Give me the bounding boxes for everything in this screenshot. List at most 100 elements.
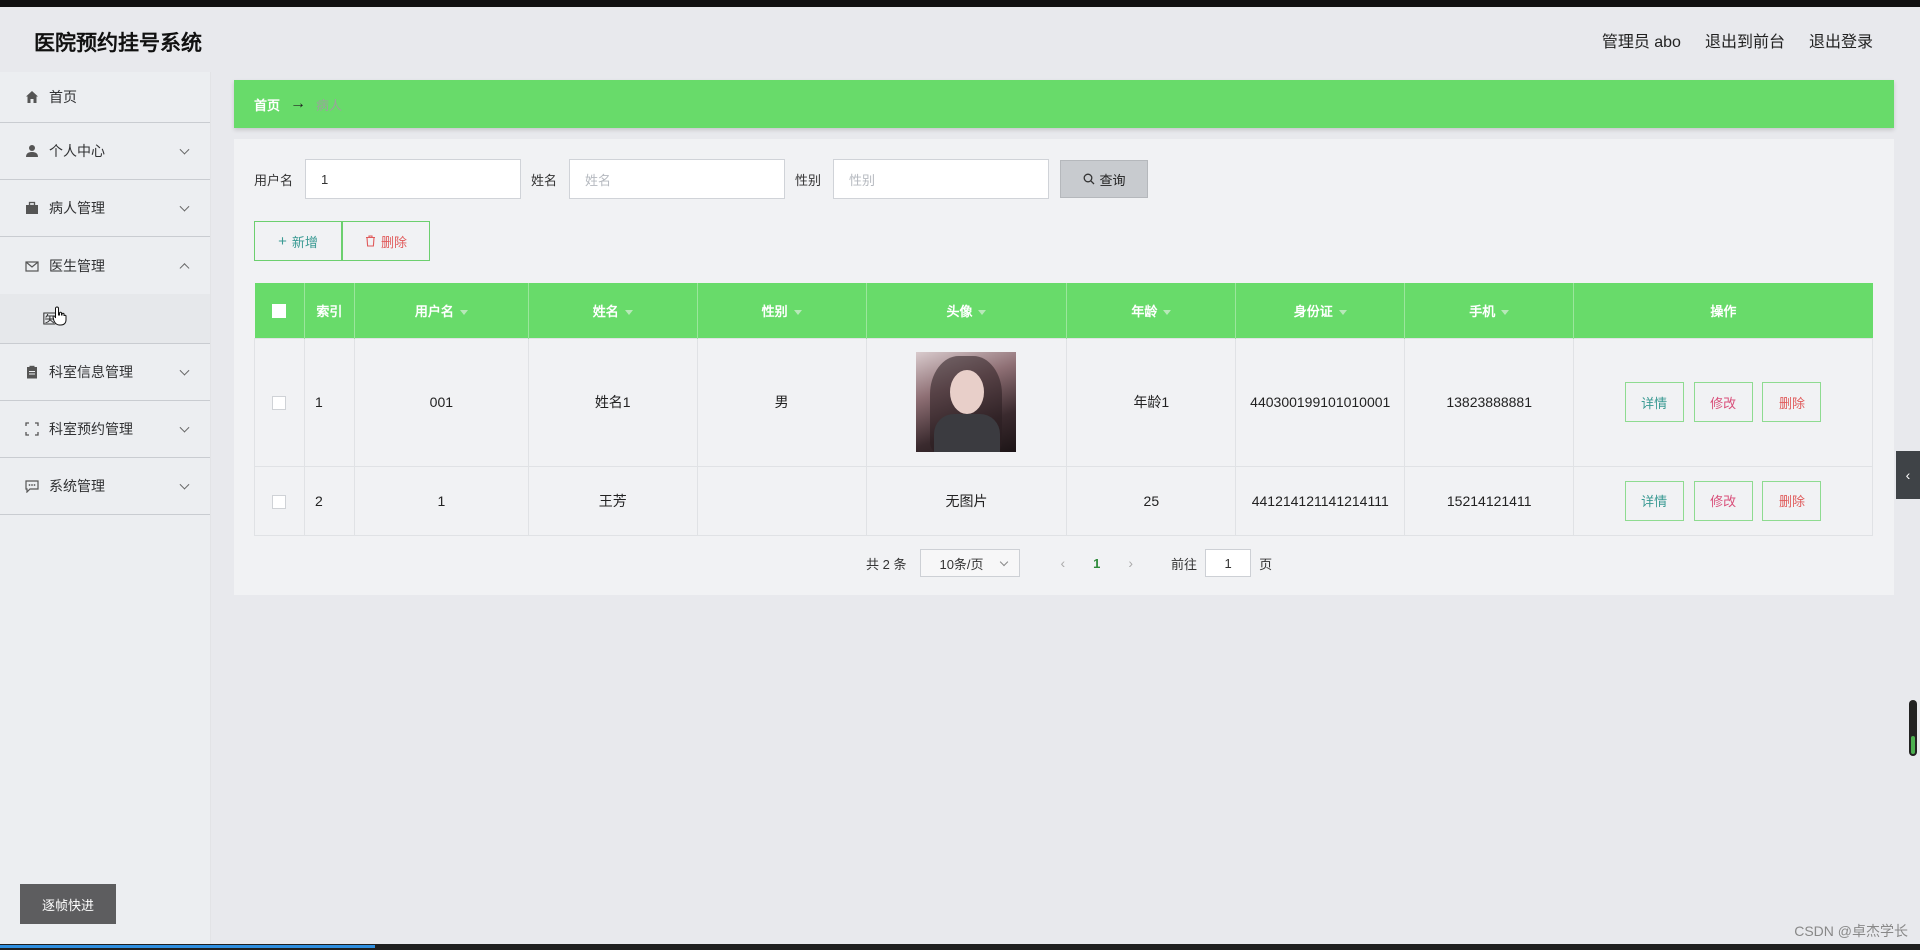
chevron-left-icon[interactable]: ‹ bbox=[1060, 555, 1065, 571]
chevron-down-icon bbox=[179, 201, 190, 212]
top-border bbox=[0, 0, 1920, 7]
sidebar-item-label: 科室预约管理 bbox=[49, 421, 133, 437]
watermark: CSDN @卓杰学长 bbox=[1794, 923, 1908, 939]
col-id-card[interactable]: 身份证 bbox=[1235, 283, 1406, 338]
add-button[interactable]: + 新增 bbox=[254, 221, 342, 261]
admin-user[interactable]: 管理员 abo bbox=[1602, 28, 1681, 52]
video-progress-bar[interactable] bbox=[0, 944, 1920, 950]
breadcrumb-current: 病人 bbox=[316, 97, 343, 113]
sort-icon[interactable] bbox=[624, 309, 633, 315]
total-count: 共 2 条 bbox=[866, 556, 907, 572]
edit-button[interactable]: 修改 bbox=[1693, 480, 1753, 521]
gender-label: 性别 bbox=[795, 172, 822, 188]
name-label: 姓名 bbox=[531, 172, 558, 188]
scrollbar-thumb[interactable] bbox=[1911, 736, 1915, 754]
plus-icon: + bbox=[278, 232, 287, 250]
trash-icon bbox=[365, 235, 376, 247]
collapse-panel-tab[interactable]: ‹ bbox=[1896, 451, 1920, 499]
sidebar-item-system[interactable]: 系统管理 bbox=[0, 458, 210, 515]
table-row: 1 001 姓名1 男 年龄1 440300199101010001 13823… bbox=[254, 337, 1873, 467]
page-suffix: 页 bbox=[1259, 556, 1273, 572]
goto-page-input[interactable]: 1 bbox=[1205, 549, 1252, 577]
sidebar-item-label: 首页 bbox=[49, 89, 77, 105]
cell-name: 姓名1 bbox=[527, 337, 698, 467]
col-index: 索引 bbox=[304, 283, 355, 338]
col-phone[interactable]: 手机 bbox=[1404, 283, 1575, 338]
detail-button[interactable]: 详情 bbox=[1624, 382, 1684, 422]
edit-button[interactable]: 修改 bbox=[1693, 382, 1753, 422]
action-buttons: + 新增 删除 bbox=[254, 221, 430, 261]
col-gender[interactable]: 性别 bbox=[697, 283, 867, 338]
sidebar-item-personal[interactable]: 个人中心 bbox=[0, 123, 210, 180]
table-header-row: 索引 用户名 姓名 性别 头像 年龄 身份证 手机 操作 bbox=[254, 283, 1873, 338]
delete-button[interactable]: 删除 bbox=[1762, 382, 1822, 422]
select-all-checkbox[interactable] bbox=[272, 304, 287, 319]
breadcrumb-home[interactable]: 首页 bbox=[254, 95, 280, 114]
query-button[interactable]: 查询 bbox=[1060, 160, 1149, 198]
chevron-down-icon bbox=[179, 479, 190, 490]
page-size-select[interactable]: 10条/页 bbox=[920, 549, 1021, 577]
pagination: 共 2 条 10条/页 ‹ 1 › 前往 1 页 bbox=[866, 549, 1272, 577]
sort-icon[interactable] bbox=[1501, 309, 1510, 315]
app-title: 医院预约挂号系统 bbox=[34, 32, 202, 55]
chevron-right-icon[interactable]: › bbox=[1128, 555, 1133, 571]
cell-username: 001 bbox=[353, 337, 529, 467]
name-input[interactable]: 姓名 bbox=[569, 159, 786, 199]
avatar-image[interactable] bbox=[916, 352, 1017, 452]
chevron-down-icon bbox=[179, 422, 190, 433]
user-icon bbox=[24, 143, 40, 159]
cell-age: 年龄1 bbox=[1066, 337, 1237, 467]
chevron-left-icon: ‹ bbox=[1905, 467, 1911, 483]
sidebar-item-label: 病人管理 bbox=[49, 200, 105, 216]
page-number[interactable]: 1 bbox=[1093, 556, 1100, 571]
header: 医院预约挂号系统 管理员 abo 退出到前台 退出登录 bbox=[0, 7, 1920, 72]
cell-avatar: 无图片 bbox=[865, 465, 1068, 536]
col-avatar[interactable]: 头像 bbox=[866, 283, 1068, 338]
detail-button[interactable]: 详情 bbox=[1624, 480, 1684, 521]
col-name[interactable]: 姓名 bbox=[528, 283, 698, 338]
row-checkbox[interactable] bbox=[272, 396, 287, 411]
row-select-cell[interactable] bbox=[254, 337, 305, 467]
username-input[interactable]: 1 bbox=[305, 159, 522, 199]
cell-actions: 详情 修改 删除 bbox=[1573, 337, 1873, 467]
sidebar-item-label: 医生管理 bbox=[49, 257, 105, 274]
search-form: 用户名 1 姓名 姓名 性别 性别 查询 bbox=[254, 159, 1149, 199]
sort-icon[interactable] bbox=[1338, 309, 1347, 315]
clipboard-icon bbox=[24, 364, 40, 380]
exit-to-front-link[interactable]: 退出到前台 bbox=[1705, 28, 1785, 52]
submenu-item-doctor[interactable]: 医 bbox=[0, 294, 210, 344]
row-select-cell[interactable] bbox=[254, 465, 305, 536]
table-row: 2 1 王芳 无图片 25 441214121141214111 1521412… bbox=[254, 465, 1873, 536]
cell-index: 1 bbox=[303, 337, 355, 467]
batch-delete-button[interactable]: 删除 bbox=[342, 221, 430, 261]
cell-phone: 13823888881 bbox=[1404, 337, 1575, 467]
sidebar-item-doctors[interactable]: 医生管理 bbox=[0, 237, 210, 294]
goto-label: 前往 bbox=[1171, 556, 1198, 572]
sidebar: 首页 个人中心 病人管理 医生管理 医 科室信息管理 科室预约管理 系统管理 bbox=[0, 72, 211, 946]
sort-icon[interactable] bbox=[1163, 309, 1172, 315]
query-label: 查询 bbox=[1099, 172, 1126, 188]
cell-avatar bbox=[865, 337, 1068, 467]
select-all-cell[interactable] bbox=[254, 283, 305, 338]
sidebar-item-patients[interactable]: 病人管理 bbox=[0, 180, 210, 237]
sidebar-item-home[interactable]: 首页 bbox=[0, 72, 210, 123]
frame-forward-button[interactable]: 逐帧快进 bbox=[20, 884, 116, 924]
sidebar-item-department-info[interactable]: 科室信息管理 bbox=[0, 344, 210, 401]
sort-icon[interactable] bbox=[978, 309, 987, 315]
cell-id-card: 441214121141214111 bbox=[1235, 465, 1406, 536]
sort-icon[interactable] bbox=[459, 309, 468, 315]
col-age[interactable]: 年龄 bbox=[1066, 283, 1237, 338]
chevron-down-icon bbox=[179, 144, 190, 155]
chevron-up-icon bbox=[179, 262, 190, 273]
chat-icon bbox=[24, 478, 40, 494]
gender-input[interactable]: 性别 bbox=[833, 159, 1050, 199]
col-username[interactable]: 用户名 bbox=[354, 283, 529, 338]
delete-button[interactable]: 删除 bbox=[1762, 480, 1822, 521]
row-checkbox[interactable] bbox=[272, 494, 287, 509]
sidebar-item-department-appointments[interactable]: 科室预约管理 bbox=[0, 401, 210, 458]
sort-icon[interactable] bbox=[793, 309, 802, 315]
cell-id-card: 440300199101010001 bbox=[1235, 337, 1406, 467]
header-links: 管理员 abo 退出到前台 退出登录 bbox=[1602, 28, 1873, 52]
logout-link[interactable]: 退出登录 bbox=[1809, 28, 1873, 52]
sidebar-item-label: 科室信息管理 bbox=[49, 364, 133, 380]
